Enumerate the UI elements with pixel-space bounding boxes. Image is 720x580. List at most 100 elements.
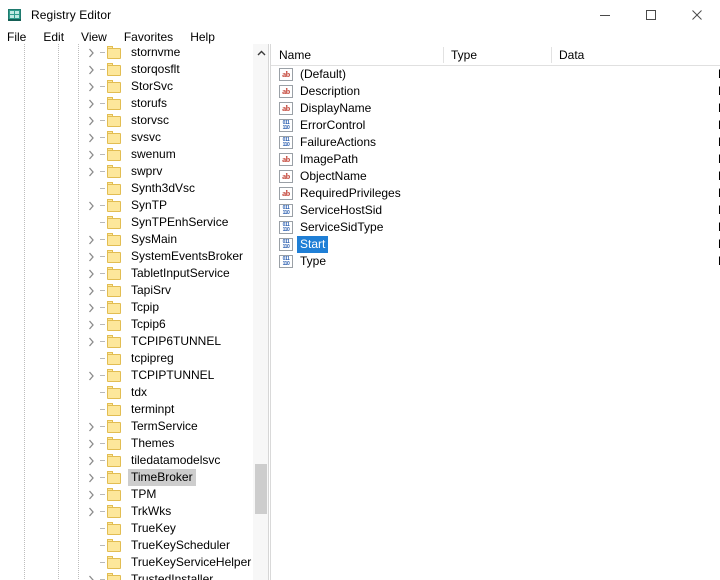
tree-item-syntp[interactable]: SynTP [0, 197, 252, 214]
tree-item-sysmain[interactable]: SysMain [0, 231, 252, 248]
tree-item-terminpt[interactable]: terminpt [0, 401, 252, 418]
menu-item-favorites[interactable]: Favorites [124, 30, 181, 44]
chevron-right-icon[interactable] [85, 163, 98, 180]
values-list-pane[interactable]: Name Type Data ab(Default)REG_SZ(value n… [271, 44, 720, 580]
chevron-right-icon[interactable] [85, 231, 98, 248]
tree-item-svsvc[interactable]: svsvc [0, 129, 252, 146]
registry-tree-pane[interactable]: stornvme storqosflt StorSvc storufs storvsc s… [0, 44, 252, 580]
tree-item-timebroker[interactable]: TimeBroker [0, 469, 252, 486]
value-row[interactable]: 011110StartREG_DWORD0x00000003 (3) [271, 236, 720, 253]
value-row[interactable]: abImagePathREG_EXPAND_SZ%SystemRoot%\sys… [271, 151, 720, 168]
chevron-right-icon[interactable] [85, 282, 98, 299]
scrollbar-thumb[interactable] [255, 464, 267, 514]
tree-item-storvsc[interactable]: storvsc [0, 112, 252, 129]
tree-item-trustedinstaller[interactable]: TrustedInstaller [0, 571, 252, 580]
value-row[interactable]: 011110ServiceSidTypeREG_DWORD0x00000001 … [271, 219, 720, 236]
value-row[interactable]: abDescriptionREG_SZ@%windir%\system32\Ti… [271, 83, 720, 100]
column-header-data[interactable]: Data [551, 44, 720, 65]
tree-item-swenum[interactable]: swenum [0, 146, 252, 163]
value-row[interactable]: 011110TypeREG_DWORD0x00000020 (32) [271, 253, 720, 270]
menu-item-help[interactable]: Help [190, 30, 223, 44]
minimize-button[interactable] [582, 0, 628, 30]
tree-item-truekey[interactable]: TrueKey [0, 520, 252, 537]
tree-item-storsvc[interactable]: StorSvc [0, 78, 252, 95]
tree-item-tdx[interactable]: tdx [0, 384, 252, 401]
chevron-right-icon[interactable] [85, 486, 98, 503]
value-name: Type [300, 254, 327, 268]
value-row[interactable]: abObjectNameREG_SZNT AUTHORITY\LocalServ… [271, 168, 720, 185]
folder-icon [107, 436, 123, 451]
tree-vertical-scrollbar[interactable] [252, 44, 269, 580]
tree-item-termservice[interactable]: TermService [0, 418, 252, 435]
tree-item-label: SysMain [131, 232, 178, 246]
chevron-right-icon[interactable] [85, 452, 98, 469]
tree-connector [98, 44, 107, 61]
chevron-right-icon[interactable] [85, 316, 98, 333]
maximize-button[interactable] [628, 0, 674, 30]
tree-item-stornvme[interactable]: stornvme [0, 44, 252, 61]
tree-item-systemeventsbroker[interactable]: SystemEventsBroker [0, 248, 252, 265]
folder-icon [107, 368, 123, 383]
value-row[interactable]: 011110ErrorControlREG_DWORD0x00000001 (1… [271, 117, 720, 134]
value-row[interactable]: ab(Default)REG_SZ(value not set) [271, 66, 720, 83]
chevron-right-icon[interactable] [85, 112, 98, 129]
column-header-name[interactable]: Name [271, 44, 443, 65]
folder-icon [107, 232, 123, 247]
chevron-right-icon[interactable] [85, 78, 98, 95]
string-value-icon: ab [279, 187, 293, 200]
tree-item-tapisrv[interactable]: TapiSrv [0, 282, 252, 299]
chevron-right-icon[interactable] [85, 265, 98, 282]
chevron-right-icon[interactable] [85, 197, 98, 214]
chevron-right-icon[interactable] [85, 469, 98, 486]
value-row[interactable]: 011110FailureActionsREG_BINARY80 51 01 0… [271, 134, 720, 151]
chevron-right-icon[interactable] [85, 418, 98, 435]
tree-item-tcpipreg[interactable]: tcpipreg [0, 350, 252, 367]
tree-item-tiledatamodelsvc[interactable]: tiledatamodelsvc [0, 452, 252, 469]
tree-item-tcpip6[interactable]: Tcpip6 [0, 316, 252, 333]
chevron-right-icon[interactable] [85, 129, 98, 146]
tree-item-truekeyscheduler[interactable]: TrueKeyScheduler [0, 537, 252, 554]
tree-item-tcpip6tunnel[interactable]: TCPIP6TUNNEL [0, 333, 252, 350]
tree-item-storqosflt[interactable]: storqosflt [0, 61, 252, 78]
chevron-right-icon[interactable] [85, 248, 98, 265]
tree-item-tpm[interactable]: TPM [0, 486, 252, 503]
chevron-right-icon[interactable] [85, 333, 98, 350]
chevron-right-icon[interactable] [85, 367, 98, 384]
tree-item-storufs[interactable]: storufs [0, 95, 252, 112]
tree-connector [98, 384, 107, 401]
chevron-right-icon[interactable] [85, 61, 98, 78]
scroll-up-button[interactable] [253, 44, 269, 61]
column-header-type[interactable]: Type [443, 44, 551, 65]
tree-item-truekeyservicehelper[interactable]: TrueKeyServiceHelper [0, 554, 252, 571]
tree-item-tabletinputservice[interactable]: TabletInputService [0, 265, 252, 282]
menu-item-edit[interactable]: Edit [43, 30, 72, 44]
tree-item-tcpip[interactable]: Tcpip [0, 299, 252, 316]
value-row[interactable]: abRequiredPrivilegesREG_MULTI_SZSeChange… [271, 185, 720, 202]
value-row[interactable]: 011110ServiceHostSidREG_BINARY01 01 00 0… [271, 202, 720, 219]
value-row[interactable]: abDisplayNameREG_SZ@%windir%\system32\Ti… [271, 100, 720, 117]
tree-item-synth3dvsc[interactable]: Synth3dVsc [0, 180, 252, 197]
chevron-right-icon[interactable] [85, 146, 98, 163]
chevron-right-icon[interactable] [85, 503, 98, 520]
chevron-right-icon[interactable] [85, 571, 98, 580]
tree-item-label: TrustedInstaller [131, 572, 214, 580]
menu-item-view[interactable]: View [81, 30, 115, 44]
chevron-right-icon[interactable] [85, 435, 98, 452]
tree-item-themes[interactable]: Themes [0, 435, 252, 452]
folder-icon [107, 198, 123, 213]
menu-item-file[interactable]: File [7, 30, 34, 44]
tree-leaf-spacer [85, 554, 98, 571]
tree-item-label: swenum [131, 147, 176, 161]
tree-item-syntpenhservice[interactable]: SynTPEnhService [0, 214, 252, 231]
chevron-right-icon[interactable] [85, 299, 98, 316]
value-name: (Default) [300, 67, 347, 81]
tree-item-tcpiptunnel[interactable]: TCPIPTUNNEL [0, 367, 252, 384]
chevron-right-icon[interactable] [85, 95, 98, 112]
tree-item-swprv[interactable]: swprv [0, 163, 252, 180]
close-button[interactable] [674, 0, 720, 30]
tree-item-trkwks[interactable]: TrkWks [0, 503, 252, 520]
chevron-right-icon[interactable] [85, 44, 98, 61]
